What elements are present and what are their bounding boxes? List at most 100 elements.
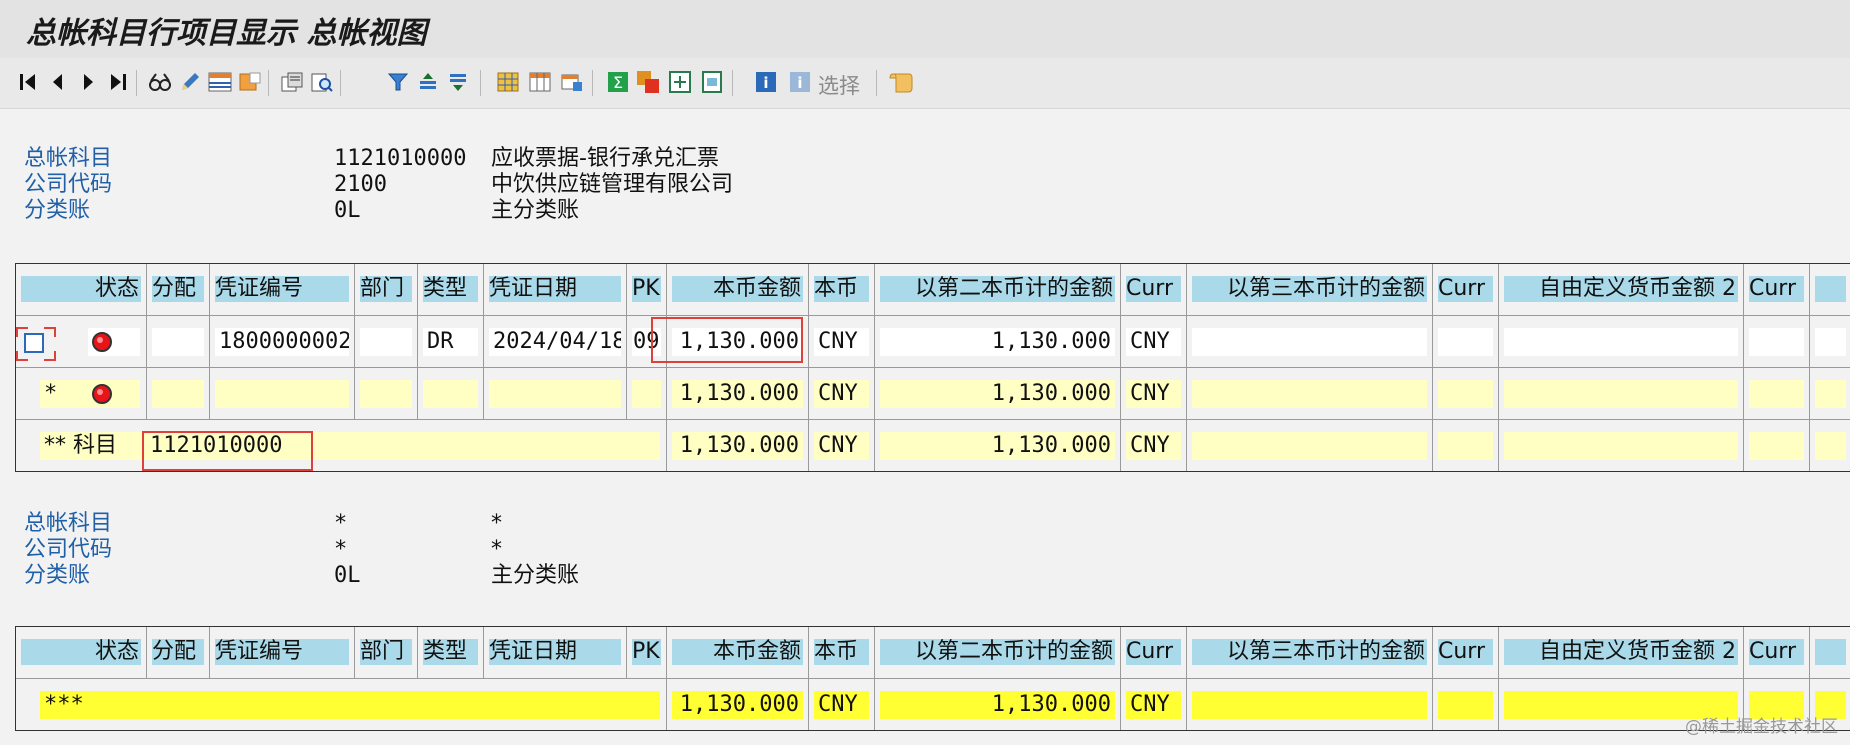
- grid-icon[interactable]: [494, 68, 522, 96]
- assignment-cell: [152, 328, 204, 356]
- grand-total-marker: ***: [40, 691, 660, 719]
- user-defined-amount-cell: [1504, 328, 1738, 356]
- pencil-icon[interactable]: [176, 68, 204, 96]
- col-third-currency-amount[interactable]: 以第三本币计的金额: [1192, 276, 1427, 302]
- col-pk[interactable]: PK: [632, 276, 661, 302]
- subtotal-amount: 1,130.000: [672, 380, 803, 408]
- subtotal-row[interactable]: * 1,130.000 CNY 1,130.000 CNY: [16, 368, 1850, 420]
- col-second-currency-amount[interactable]: 以第二本币计的金额: [880, 639, 1115, 665]
- add-doc-icon[interactable]: [666, 68, 694, 96]
- svg-text:Σ: Σ: [613, 73, 623, 92]
- gl-account-label: 总帐科目: [24, 511, 113, 536]
- company-code-value: *: [334, 537, 348, 562]
- col-department[interactable]: 部门: [360, 276, 412, 302]
- grand-total-amount-2: 1,130.000: [880, 691, 1115, 719]
- sum-icon[interactable]: Σ: [604, 68, 632, 96]
- col-local-currency[interactable]: 本币: [814, 639, 869, 665]
- grand-total-currency: CNY: [814, 691, 869, 719]
- col-assignment[interactable]: 分配: [152, 276, 204, 302]
- print-preview-icon[interactable]: [308, 68, 336, 96]
- col-curr-3[interactable]: Curr: [1438, 276, 1493, 302]
- col-document-number[interactable]: 凭证编号: [215, 276, 349, 302]
- col-user-defined-amount[interactable]: 自由定义货币金额 2: [1504, 276, 1738, 302]
- third-amount-cell: [1192, 328, 1427, 356]
- local-currency-cell: CNY: [814, 328, 869, 356]
- glasses-icon[interactable]: [146, 68, 174, 96]
- grand-total-row[interactable]: *** 1,130.000 CNY 1,130.000 CNY: [16, 679, 1850, 730]
- ledger-value: 0L: [334, 198, 361, 223]
- last-page-icon[interactable]: [104, 68, 132, 96]
- info-icon[interactable]: i: [752, 68, 780, 96]
- curr-2-cell: CNY: [1126, 328, 1181, 356]
- col-curr-4[interactable]: Curr: [1749, 639, 1804, 665]
- col-local-amount[interactable]: 本币金额: [672, 276, 803, 302]
- ledger-label: 分类账: [24, 198, 91, 223]
- table-row[interactable]: 1800000002 DR 2024/04/18 09 1,130.000 CN…: [16, 316, 1850, 368]
- filter-icon[interactable]: [384, 68, 412, 96]
- subtotal-icon[interactable]: [634, 68, 662, 96]
- second-amount-cell: 1,130.000: [880, 328, 1115, 356]
- col-type[interactable]: 类型: [423, 639, 478, 665]
- col-status[interactable]: 状态: [21, 639, 141, 665]
- table-header-row: 状态 分配 凭证编号 部门 类型 凭证日期 PK 本币金额 本币 以第二本币计的…: [16, 627, 1850, 679]
- col-document-date[interactable]: 凭证日期: [489, 276, 621, 302]
- window-title: 总帐科目行项目显示 总帐视图: [26, 16, 427, 51]
- col-type[interactable]: 类型: [423, 276, 478, 302]
- account-total-amount: 1,130.000: [672, 432, 803, 460]
- col-status[interactable]: 状态: [21, 276, 141, 302]
- col-pk[interactable]: PK: [632, 639, 661, 665]
- grand-total-amount: 1,130.000: [672, 691, 803, 719]
- subtotal-marker: *: [40, 380, 140, 408]
- account-total-currency: CNY: [814, 432, 869, 460]
- col-curr-2[interactable]: Curr: [1126, 276, 1181, 302]
- info-disabled-icon: i: [786, 68, 814, 96]
- next-page-icon[interactable]: [74, 68, 102, 96]
- header-labels-2: 总帐科目 公司代码 分类账: [24, 511, 112, 589]
- col-curr-3[interactable]: Curr: [1438, 639, 1493, 665]
- columns-icon[interactable]: [526, 68, 554, 96]
- company-code-description: *: [491, 537, 502, 562]
- document-number-cell[interactable]: 1800000002: [215, 328, 349, 356]
- col-assignment[interactable]: 分配: [152, 639, 204, 665]
- export-icon[interactable]: [236, 68, 264, 96]
- watermark: @稀土掘金技术社区: [1685, 717, 1838, 737]
- col-second-currency-amount[interactable]: 以第二本币计的金额: [880, 276, 1115, 302]
- curr-3-cell: [1438, 328, 1493, 356]
- ledger-value: 0L: [334, 563, 361, 588]
- subtotal-amount-2: 1,130.000: [880, 380, 1115, 408]
- change-layout-icon[interactable]: [558, 68, 586, 96]
- col-local-currency[interactable]: 本币: [814, 276, 869, 302]
- sort-desc-icon[interactable]: [444, 68, 472, 96]
- prev-page-icon[interactable]: [44, 68, 72, 96]
- col-department[interactable]: 部门: [360, 639, 412, 665]
- doc-icon[interactable]: [698, 68, 726, 96]
- subtotal-currency-2: CNY: [1126, 380, 1181, 408]
- col-document-date[interactable]: 凭证日期: [489, 639, 621, 665]
- header-values-2: * * 0L: [334, 511, 361, 589]
- col-document-number[interactable]: 凭证编号: [215, 639, 349, 665]
- sort-asc-icon[interactable]: [414, 68, 442, 96]
- first-page-icon[interactable]: [14, 68, 42, 96]
- document-icon[interactable]: [278, 68, 306, 96]
- header-labels-1: 总帐科目 公司代码 分类账: [24, 146, 112, 224]
- status-red-icon: [92, 384, 112, 404]
- col-overflow: [1815, 276, 1846, 302]
- header-values-1: 1121010000 2100 0L: [334, 146, 466, 224]
- col-curr-4[interactable]: Curr: [1749, 276, 1804, 302]
- gl-account-description: *: [491, 511, 502, 536]
- select-button: 选择: [818, 74, 860, 98]
- col-user-defined-amount[interactable]: 自由定义货币金额 2: [1504, 639, 1738, 665]
- account-total-amount-2: 1,130.000: [880, 432, 1115, 460]
- subtotal-currency: CNY: [814, 380, 869, 408]
- layout-icon[interactable]: [206, 68, 234, 96]
- ledger-description: 主分类账: [491, 198, 580, 223]
- col-local-amount[interactable]: 本币金额: [672, 639, 803, 665]
- header-descriptions-1: 应收票据-银行承兑汇票 中饮供应链管理有限公司 主分类账: [491, 146, 733, 224]
- document-date-cell: 2024/04/18: [489, 328, 621, 356]
- col-third-currency-amount[interactable]: 以第三本币计的金额: [1192, 639, 1427, 665]
- col-curr-2[interactable]: Curr: [1126, 639, 1181, 665]
- scroll-icon[interactable]: [888, 68, 916, 96]
- svg-text:i: i: [763, 74, 768, 92]
- gl-account-value: 1121010000: [334, 146, 467, 171]
- company-code-value: 2100: [334, 172, 387, 197]
